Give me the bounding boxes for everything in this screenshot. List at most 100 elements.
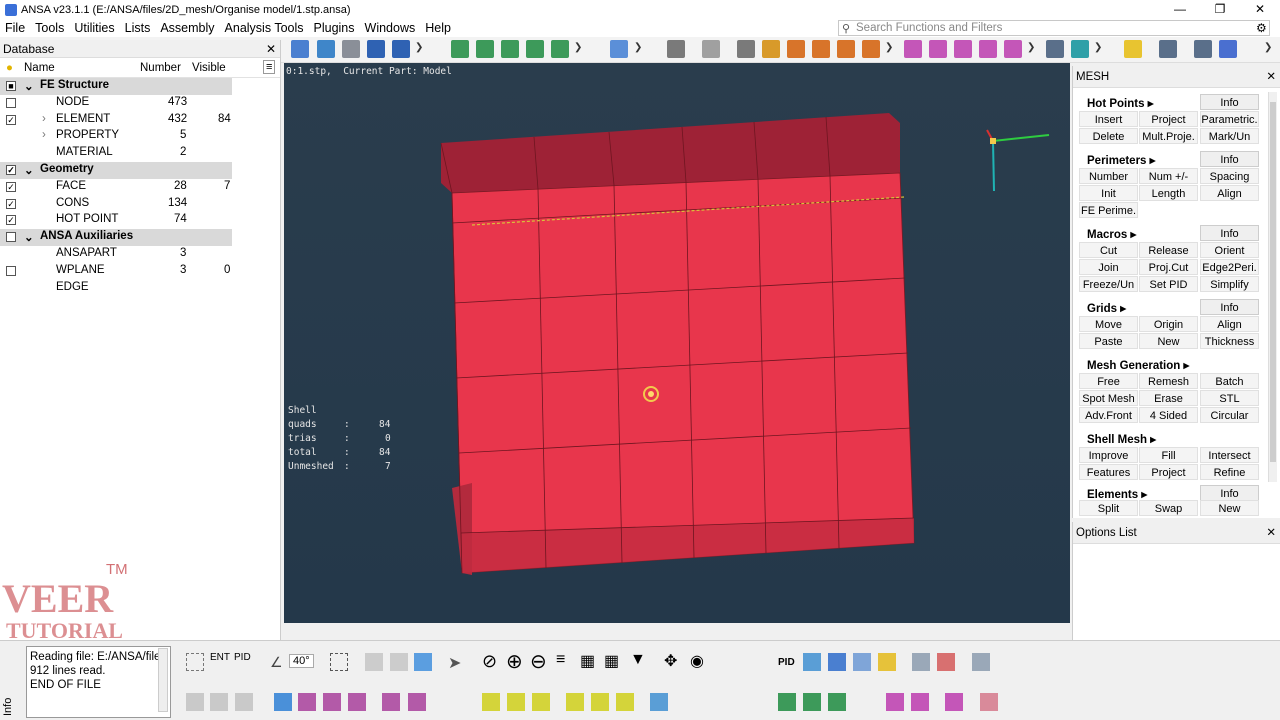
chevron-right-icon[interactable]: ❯ <box>574 42 582 53</box>
view-cube-icon[interactable] <box>972 653 990 671</box>
four-sided-button[interactable]: 4 Sided <box>1139 407 1198 423</box>
section-shell-mesh[interactable]: Shell Mesh ▸ <box>1087 432 1156 446</box>
measure-icon[interactable] <box>737 40 755 58</box>
fe-perime-button[interactable]: FE Perime. <box>1079 202 1138 218</box>
wire-cube-icon[interactable] <box>912 653 930 671</box>
mark-un-button[interactable]: Mark/Un <box>1200 128 1259 144</box>
copy-select-icon[interactable] <box>365 653 383 671</box>
new-element-button[interactable]: New <box>1200 500 1259 516</box>
length-button[interactable]: Length <box>1139 185 1198 201</box>
move-icon[interactable]: ✥ <box>664 651 677 671</box>
shell-grid-icon[interactable] <box>323 693 341 711</box>
face-icon[interactable] <box>482 693 500 711</box>
hot-points-info-button[interactable]: Info <box>1200 94 1259 110</box>
project-button[interactable]: Project <box>1139 111 1198 127</box>
model-browser-icon[interactable] <box>291 40 309 58</box>
chevron-right-icon[interactable]: ❯ <box>1264 42 1272 53</box>
init-button[interactable]: Init <box>1079 185 1138 201</box>
list-options-icon[interactable]: ≡ <box>263 60 276 74</box>
shell-project-button[interactable]: Project <box>1139 464 1198 480</box>
num-plus-minus-button[interactable]: Num +/- <box>1139 168 1198 184</box>
menu-analysis-tools[interactable]: Analysis Tools <box>220 21 309 35</box>
box-select-icon[interactable] <box>186 653 204 671</box>
close-icon[interactable]: ✕ <box>1266 522 1276 544</box>
face-pair-icon[interactable] <box>616 693 634 711</box>
database-row-property[interactable]: › PROPERTY 5 <box>0 128 232 145</box>
connection-icon[interactable] <box>408 693 426 711</box>
database-group-fe-structure[interactable]: ■ ⌄ FE Structure <box>0 78 232 95</box>
solid-icon[interactable] <box>186 693 204 711</box>
face-split-icon[interactable] <box>532 693 550 711</box>
column-number[interactable]: Number <box>140 62 181 74</box>
elements-info-button[interactable]: Info <box>1200 485 1259 501</box>
clipboard-icon[interactable] <box>526 40 544 58</box>
wire-grid-icon[interactable] <box>853 653 871 671</box>
pid-label[interactable]: PID <box>234 652 251 663</box>
stl-button[interactable]: STL <box>1200 390 1259 406</box>
table-icon[interactable]: ▦ <box>604 651 619 671</box>
swap-button[interactable]: Swap <box>1139 500 1198 516</box>
point-icon[interactable] <box>911 693 929 711</box>
database-row-hot-point[interactable]: ✓ HOT POINT 74 <box>0 212 232 229</box>
transform-icon[interactable] <box>837 40 855 58</box>
macros-info-button[interactable]: Info <box>1200 225 1259 241</box>
ent-label[interactable]: ENT <box>210 652 230 663</box>
checkbox[interactable] <box>6 232 16 243</box>
graphics-viewport[interactable]: 0:1.stp, Current Part: Model Shell quads… <box>284 63 1070 623</box>
remove-icon[interactable]: ⊖ <box>530 649 547 674</box>
parametric-button[interactable]: Parametric. <box>1200 111 1259 127</box>
gear-icon[interactable]: ⚙ <box>1256 21 1267 35</box>
pe-icon[interactable] <box>367 40 385 58</box>
spacing-button[interactable]: Spacing <box>1200 168 1259 184</box>
section-icon[interactable] <box>954 40 972 58</box>
face-join-icon[interactable] <box>566 693 584 711</box>
balance-icon[interactable] <box>501 40 519 58</box>
menu-utilities[interactable]: Utilities <box>69 21 119 35</box>
menu-file[interactable]: File <box>0 21 30 35</box>
simplify-button[interactable]: Simplify <box>1200 276 1259 292</box>
delete-button[interactable]: Delete <box>1079 128 1138 144</box>
expand-icon[interactable]: ⌄ <box>24 163 34 177</box>
menu-tools[interactable]: Tools <box>30 21 69 35</box>
face-blank-icon[interactable] <box>591 693 609 711</box>
database-row-element[interactable]: ✓ › ELEMENT 432 84 <box>0 112 232 129</box>
checkbox[interactable] <box>6 265 16 276</box>
refine-button[interactable]: Refine <box>1200 464 1259 480</box>
checkbox[interactable]: ✓ <box>6 215 16 226</box>
menu-lists[interactable]: Lists <box>120 21 156 35</box>
chevron-right-icon[interactable]: ❯ <box>885 42 893 53</box>
delete-icon[interactable] <box>787 40 805 58</box>
layout-icon[interactable] <box>1071 40 1089 58</box>
grid-align-button[interactable]: Align <box>1200 316 1259 332</box>
arc-icon[interactable] <box>945 693 963 711</box>
edge2peri-button[interactable]: Edge2Peri. <box>1200 259 1259 275</box>
curve-tool-icon[interactable] <box>476 40 494 58</box>
geometry-tool-icon[interactable] <box>904 40 922 58</box>
view-panel-icon[interactable] <box>1124 40 1142 58</box>
menu-assembly[interactable]: Assembly <box>155 21 219 35</box>
checklist-icon[interactable] <box>551 40 569 58</box>
checkbox[interactable]: ■ <box>6 81 16 91</box>
curve-icon[interactable] <box>886 693 904 711</box>
red-cube-icon[interactable] <box>937 653 955 671</box>
column-name[interactable]: Name <box>24 62 55 74</box>
me-icon[interactable] <box>392 40 410 58</box>
move-button[interactable]: Move <box>1079 316 1138 332</box>
notes-icon[interactable] <box>1046 40 1064 58</box>
list-icon[interactable]: ≡ <box>556 651 565 669</box>
chevron-right-icon[interactable]: ❯ <box>415 42 423 53</box>
free-button[interactable]: Free <box>1079 373 1138 389</box>
hot-point-tool-icon[interactable] <box>348 693 366 711</box>
shell-mesh-model[interactable] <box>284 63 1070 623</box>
undo-icon[interactable] <box>667 40 685 58</box>
selection-frame-icon[interactable] <box>330 653 348 671</box>
grid-view-icon[interactable] <box>1159 40 1177 58</box>
expand-icon[interactable]: › <box>42 129 46 141</box>
release-button[interactable]: Release <box>1139 242 1198 258</box>
chevron-right-icon[interactable]: ❯ <box>1094 42 1102 53</box>
perimeters-info-button[interactable]: Info <box>1200 151 1259 167</box>
close-icon[interactable]: ✕ <box>1266 66 1276 88</box>
pid-icon-label[interactable]: PID <box>778 657 795 668</box>
cube-tool-icon[interactable] <box>451 40 469 58</box>
solid-icon[interactable] <box>210 693 228 711</box>
